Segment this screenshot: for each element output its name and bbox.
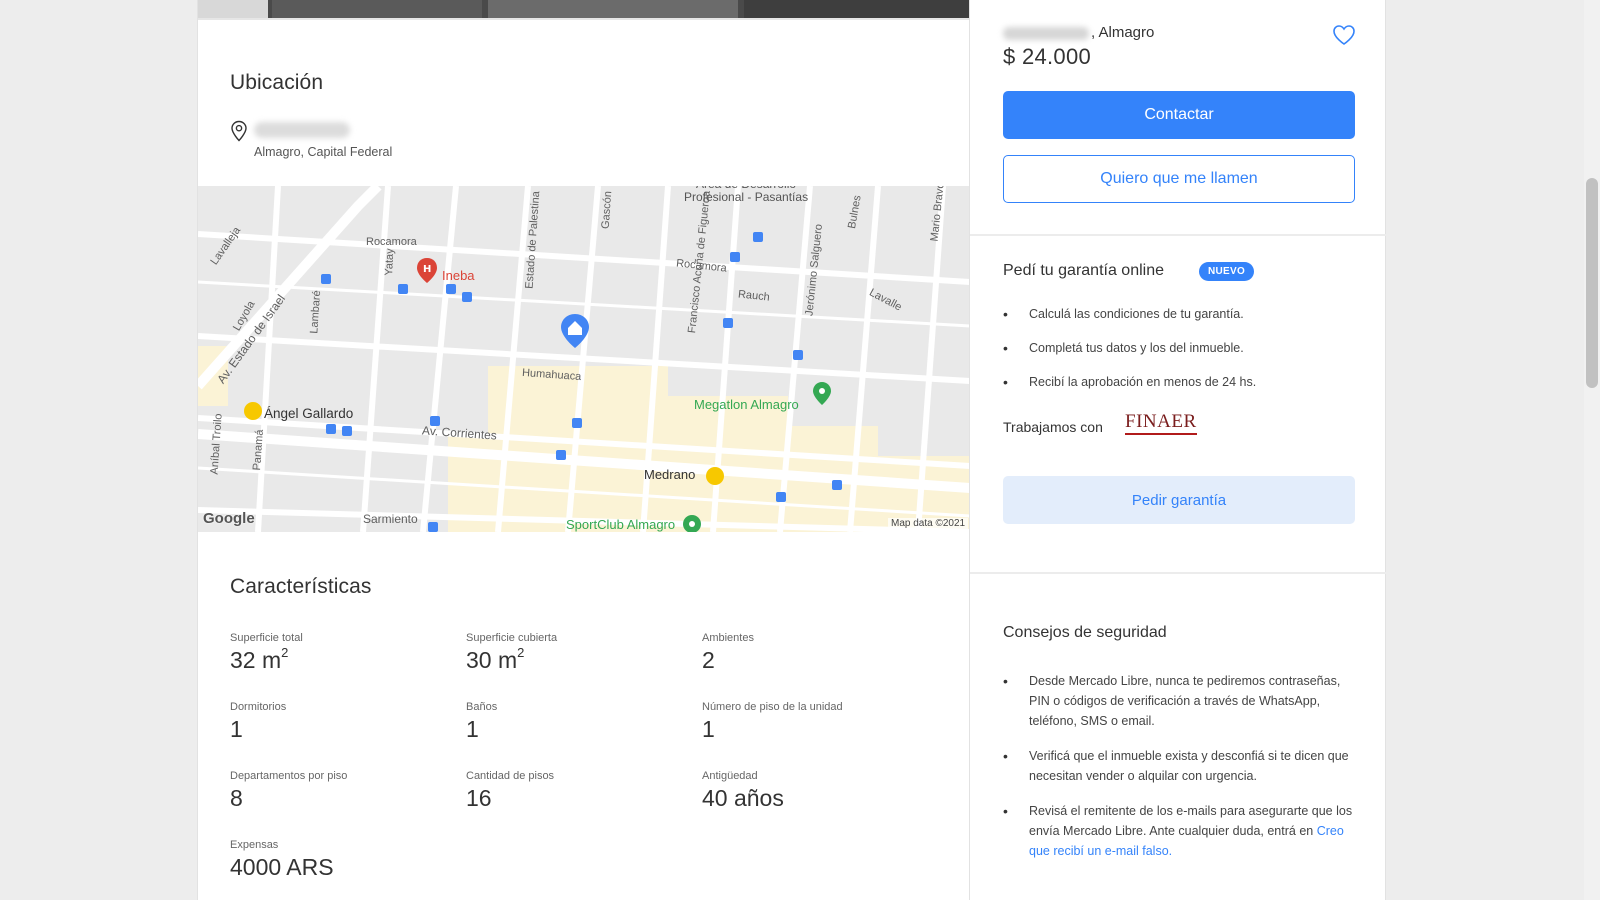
- map-poi-ineba[interactable]: Ineba: [442, 268, 475, 283]
- map-poi-megatlon[interactable]: Megatlon Almagro: [694, 397, 799, 412]
- contact-button[interactable]: Contactar: [1003, 91, 1355, 139]
- location-title: Ubicación: [230, 71, 324, 94]
- feature-value: 8: [230, 785, 243, 811]
- feature-value: 4000 ARS: [230, 854, 334, 880]
- gallery-thumbnail[interactable]: [488, 0, 738, 18]
- feature-label: Superficie total: [230, 632, 303, 644]
- feature-label: Expensas: [230, 839, 279, 851]
- street-label: Sarmiento: [363, 512, 418, 526]
- map-canvas[interactable]: H: [198, 186, 970, 532]
- list-item: Verificá que el inmueble exista y descon…: [1003, 746, 1355, 786]
- feature-value: 1: [230, 716, 243, 742]
- request-guarantee-button[interactable]: Pedir garantía: [1003, 476, 1355, 524]
- feature-bathrooms: Baños 1: [466, 701, 497, 743]
- guarantee-title: Pedí tu garantía online: [1003, 262, 1165, 279]
- feature-bedrooms: Dormitorios 1: [230, 701, 286, 743]
- google-logo[interactable]: Google: [203, 510, 255, 527]
- feature-value: 1: [466, 716, 479, 742]
- listing-owner-location: , Almagro: [1003, 24, 1154, 41]
- location-area: Almagro, Capital Federal: [254, 145, 393, 159]
- map-poi-sportclub[interactable]: SportClub Almagro: [566, 517, 675, 532]
- gallery-thumbnail[interactable]: [272, 0, 482, 18]
- feature-value: 2: [702, 647, 715, 673]
- finaer-logo: FINAER: [1125, 412, 1197, 435]
- safety-tips-list: Desde Mercado Libre, nunca te pediremos …: [1003, 671, 1355, 876]
- map-poi-medrano[interactable]: Medrano: [644, 467, 695, 482]
- list-item: Completá tus datos y los del inmueble.: [1003, 338, 1256, 358]
- favorite-heart-icon[interactable]: [1332, 24, 1356, 46]
- sidebar-divider: [970, 572, 1386, 574]
- feature-rooms: Ambientes 2: [702, 632, 754, 674]
- street-label: Rocamora: [366, 236, 417, 248]
- partner-label: Trabajamos con: [1003, 419, 1103, 435]
- photo-gallery-strip[interactable]: [198, 0, 970, 20]
- feature-label: Superficie cubierta: [466, 632, 558, 644]
- feature-label: Dormitorios: [230, 701, 287, 713]
- guarantee-steps-list: Calculá las condiciones de tu garantía. …: [1003, 304, 1256, 406]
- feature-age: Antigüedad 40 años: [702, 770, 784, 812]
- listing-sidebar: , Almagro $ 24.000 Contactar Quiero que …: [969, 0, 1386, 900]
- feature-covered-area: Superficie cubierta 30 m2: [466, 632, 557, 674]
- feature-label: Cantidad de pisos: [466, 770, 555, 782]
- safety-tips-title: Consejos de seguridad: [1003, 624, 1167, 641]
- feature-units-per-floor: Departamentos por piso 8: [230, 770, 347, 812]
- feature-value: 1: [702, 716, 715, 742]
- map-attribution[interactable]: Map data ©2021: [888, 518, 969, 529]
- list-item: Revisá el remitente de los e-mails para …: [1003, 801, 1355, 861]
- redacted-address: [254, 122, 350, 138]
- location-pin-icon: [231, 120, 247, 142]
- feature-value: 40 años: [702, 785, 784, 811]
- feature-value: 32 m2: [230, 645, 289, 673]
- location-map[interactable]: H Rocamora Rocamora Lavalleja Yatay Lamb…: [198, 186, 970, 532]
- list-item: Desde Mercado Libre, nunca te pediremos …: [1003, 671, 1355, 731]
- list-item: Recibí la aprobación en menos de 24 hs.: [1003, 372, 1256, 392]
- feature-label: Número de piso de la unidad: [702, 701, 843, 713]
- sidebar-divider: [970, 234, 1386, 236]
- map-poi-angel-gallardo[interactable]: Ángel Gallardo: [264, 406, 353, 421]
- feature-label: Baños: [466, 701, 498, 713]
- feature-value: 16: [466, 785, 492, 811]
- feature-floor-number: Número de piso de la unidad 1: [702, 701, 843, 743]
- gallery-thumbnail[interactable]: [198, 0, 268, 18]
- request-call-button[interactable]: Quiero que me llamen: [1003, 155, 1355, 203]
- feature-floor-count: Cantidad de pisos 16: [466, 770, 554, 812]
- feature-expenses: Expensas 4000 ARS: [230, 839, 334, 881]
- listing-main-column: Ubicación Almagro, Capital Federal H Roc…: [197, 0, 970, 900]
- feature-label: Ambientes: [702, 632, 754, 644]
- gallery-thumbnail[interactable]: [744, 0, 970, 18]
- feature-total-area: Superficie total 32 m2: [230, 632, 303, 674]
- list-item: Calculá las condiciones de tu garantía.: [1003, 304, 1256, 324]
- listing-price: $ 24.000: [1003, 44, 1092, 69]
- svg-text:H: H: [423, 264, 431, 275]
- feature-label: Departamentos por piso: [230, 770, 348, 782]
- map-area-label: Área de Desarrollo Profesional - Pasantí…: [684, 186, 809, 204]
- feature-value: 30 m2: [466, 645, 525, 673]
- street-label: Yatay: [383, 248, 397, 276]
- page-scrollbar[interactable]: [1584, 0, 1600, 900]
- feature-label: Antigüedad: [702, 770, 758, 782]
- redacted-street: [1003, 26, 1089, 40]
- new-badge: NUEVO: [1199, 262, 1255, 281]
- scrollbar-thumb[interactable]: [1586, 178, 1598, 388]
- features-title: Características: [230, 575, 372, 598]
